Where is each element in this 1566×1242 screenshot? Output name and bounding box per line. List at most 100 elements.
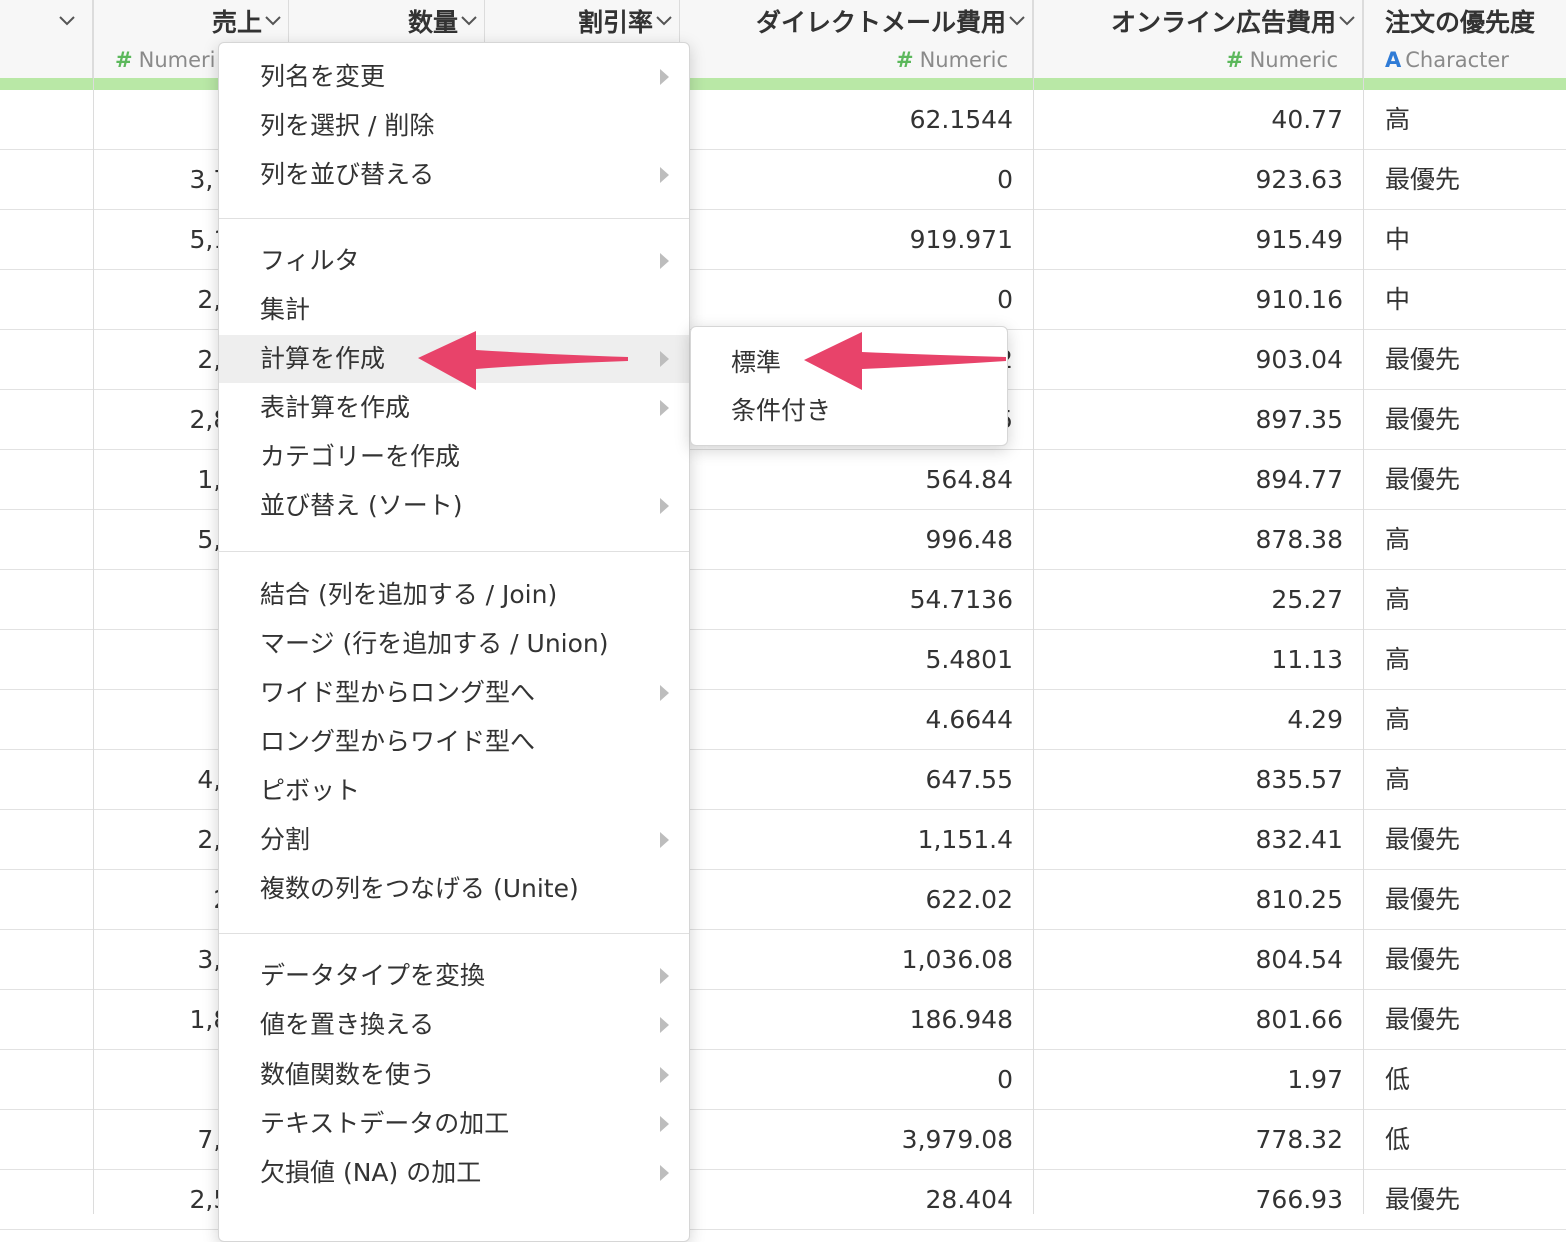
- cell-online-ad-cost[interactable]: 766.93: [1033, 1170, 1363, 1230]
- menu-item[interactable]: ピボット: [219, 767, 689, 815]
- menu-item[interactable]: ワイド型からロング型へ: [219, 669, 689, 717]
- submenu-arrow-icon: [660, 253, 669, 269]
- column-name: 数量: [407, 8, 458, 37]
- chevron-down-icon[interactable]: [58, 14, 76, 28]
- menu-item[interactable]: カテゴリーを作成: [219, 433, 689, 481]
- cell-online-ad-cost[interactable]: 897.35: [1033, 390, 1363, 450]
- cell-online-ad-cost[interactable]: 11.13: [1033, 630, 1363, 690]
- cell-dm-cost[interactable]: 647.55: [680, 750, 1033, 810]
- menu-item[interactable]: 集計: [219, 286, 689, 334]
- cell-dm-cost[interactable]: 5.4801: [680, 630, 1033, 690]
- cell-online-ad-cost[interactable]: 804.54: [1033, 930, 1363, 990]
- cell-online-ad-cost[interactable]: 25.27: [1033, 570, 1363, 630]
- menu-separator: [219, 933, 689, 934]
- cell-online-ad-cost[interactable]: 778.32: [1033, 1110, 1363, 1170]
- column-header-dm-cost[interactable]: ダイレクトメール費用 # Numeric: [680, 0, 1033, 78]
- submenu-arrow-icon: [660, 968, 669, 984]
- cell-dm-cost[interactable]: 186.948: [680, 990, 1033, 1050]
- cell-priority[interactable]: 高: [1363, 570, 1566, 630]
- cell-priority[interactable]: 高: [1363, 630, 1566, 690]
- cell-priority[interactable]: 最優先: [1363, 390, 1566, 450]
- cell-online-ad-cost[interactable]: 915.49: [1033, 210, 1363, 270]
- cell-dm-cost[interactable]: 564.84: [680, 450, 1033, 510]
- cell-online-ad-cost[interactable]: 810.25: [1033, 870, 1363, 930]
- submenu-item-conditional[interactable]: 条件付き: [691, 387, 1007, 435]
- cell-priority[interactable]: 高: [1363, 510, 1566, 570]
- cell-priority[interactable]: 最優先: [1363, 1170, 1566, 1230]
- column-header-online-ad-cost[interactable]: オンライン広告費用 # Numeric: [1033, 0, 1363, 78]
- menu-item[interactable]: テキストデータの加工: [219, 1100, 689, 1148]
- cell-dm-cost[interactable]: 3,979.08: [680, 1110, 1033, 1170]
- cell-priority[interactable]: 高: [1363, 750, 1566, 810]
- chevron-down-icon[interactable]: [460, 14, 478, 28]
- cell-online-ad-cost[interactable]: 801.66: [1033, 990, 1363, 1050]
- cell-dm-cost[interactable]: 919.971: [680, 210, 1033, 270]
- menu-item[interactable]: 表計算を作成: [219, 384, 689, 432]
- cell-online-ad-cost[interactable]: 923.63: [1033, 150, 1363, 210]
- cell-dm-cost[interactable]: 1,036.08: [680, 930, 1033, 990]
- menu-item[interactable]: マージ (行を追加する / Union): [219, 620, 689, 668]
- cell-priority[interactable]: 最優先: [1363, 450, 1566, 510]
- cell-priority[interactable]: 中: [1363, 270, 1566, 330]
- cell-online-ad-cost[interactable]: 4.29: [1033, 690, 1363, 750]
- cell-dm-cost[interactable]: 54.7136: [680, 570, 1033, 630]
- cell-priority[interactable]: 最優先: [1363, 810, 1566, 870]
- cell-dm-cost[interactable]: 62.1544: [680, 90, 1033, 150]
- menu-item[interactable]: 計算を作成: [219, 335, 689, 383]
- chevron-down-icon[interactable]: [655, 14, 673, 28]
- cell-priority[interactable]: 低: [1363, 1050, 1566, 1110]
- cell-online-ad-cost[interactable]: 1.97: [1033, 1050, 1363, 1110]
- cell-priority[interactable]: 最優先: [1363, 930, 1566, 990]
- cell-online-ad-cost[interactable]: 894.77: [1033, 450, 1363, 510]
- menu-item[interactable]: 並び替え (ソート): [219, 482, 689, 530]
- cell-priority[interactable]: 最優先: [1363, 990, 1566, 1050]
- chevron-down-icon[interactable]: [1338, 14, 1356, 28]
- cell-online-ad-cost[interactable]: 40.77: [1033, 90, 1363, 150]
- cell-priority[interactable]: 高: [1363, 90, 1566, 150]
- cell-online-ad-cost[interactable]: 910.16: [1033, 270, 1363, 330]
- cell-priority[interactable]: 中: [1363, 210, 1566, 270]
- cell-dm-cost[interactable]: 0: [680, 1050, 1033, 1110]
- menu-item-label: 列を並び替える: [260, 160, 435, 189]
- cell-online-ad-cost[interactable]: 832.41: [1033, 810, 1363, 870]
- create-calculation-submenu: 標準 条件付き: [690, 326, 1008, 446]
- cell-dm-cost[interactable]: 996.48: [680, 510, 1033, 570]
- column-type: # Numeric: [1226, 46, 1338, 74]
- cell-dm-cost[interactable]: 28.404: [680, 1170, 1033, 1230]
- menu-item[interactable]: 列を選択 / 削除: [219, 102, 689, 150]
- column-divider: [1363, 0, 1364, 1214]
- cell-online-ad-cost[interactable]: 835.57: [1033, 750, 1363, 810]
- menu-item[interactable]: 欠損値 (NA) の加工: [219, 1149, 689, 1197]
- chevron-down-icon[interactable]: [264, 14, 282, 28]
- cell-online-ad-cost[interactable]: 903.04: [1033, 330, 1363, 390]
- menu-item[interactable]: 数値関数を使う: [219, 1051, 689, 1099]
- cell-dm-cost[interactable]: 0: [680, 150, 1033, 210]
- cell-dm-cost[interactable]: 0: [680, 270, 1033, 330]
- cell-priority[interactable]: 最優先: [1363, 870, 1566, 930]
- cell-priority[interactable]: 低: [1363, 1110, 1566, 1170]
- cell-online-ad-cost[interactable]: 878.38: [1033, 510, 1363, 570]
- submenu-arrow-icon: [660, 832, 669, 848]
- cell-priority[interactable]: 高: [1363, 690, 1566, 750]
- numeric-icon: #: [1225, 48, 1244, 72]
- menu-item[interactable]: ロング型からワイド型へ: [219, 718, 689, 766]
- cell-dm-cost[interactable]: 1,151.4: [680, 810, 1033, 870]
- column-header-priority[interactable]: 注文の優先度 A Character: [1363, 0, 1566, 78]
- menu-item[interactable]: 結合 (列を追加する / Join): [219, 571, 689, 619]
- menu-item[interactable]: 値を置き換える: [219, 1001, 689, 1049]
- submenu-arrow-icon: [660, 1116, 669, 1132]
- menu-item[interactable]: 複数の列をつなげる (Unite): [219, 865, 689, 913]
- cell-dm-cost[interactable]: 4.6644: [680, 690, 1033, 750]
- submenu-item-standard[interactable]: 標準: [691, 339, 1007, 387]
- menu-item[interactable]: データタイプを変換: [219, 952, 689, 1000]
- menu-item[interactable]: 分割: [219, 816, 689, 864]
- chevron-down-icon[interactable]: [1008, 14, 1026, 28]
- menu-item[interactable]: 列名を変更: [219, 53, 689, 101]
- menu-item[interactable]: 列を並び替える: [219, 151, 689, 199]
- column-header-prev[interactable]: [0, 0, 93, 78]
- cell-priority[interactable]: 最優先: [1363, 330, 1566, 390]
- menu-item-label: 集計: [260, 295, 311, 324]
- cell-dm-cost[interactable]: 622.02: [680, 870, 1033, 930]
- cell-priority[interactable]: 最優先: [1363, 150, 1566, 210]
- menu-item[interactable]: フィルタ: [219, 237, 689, 285]
